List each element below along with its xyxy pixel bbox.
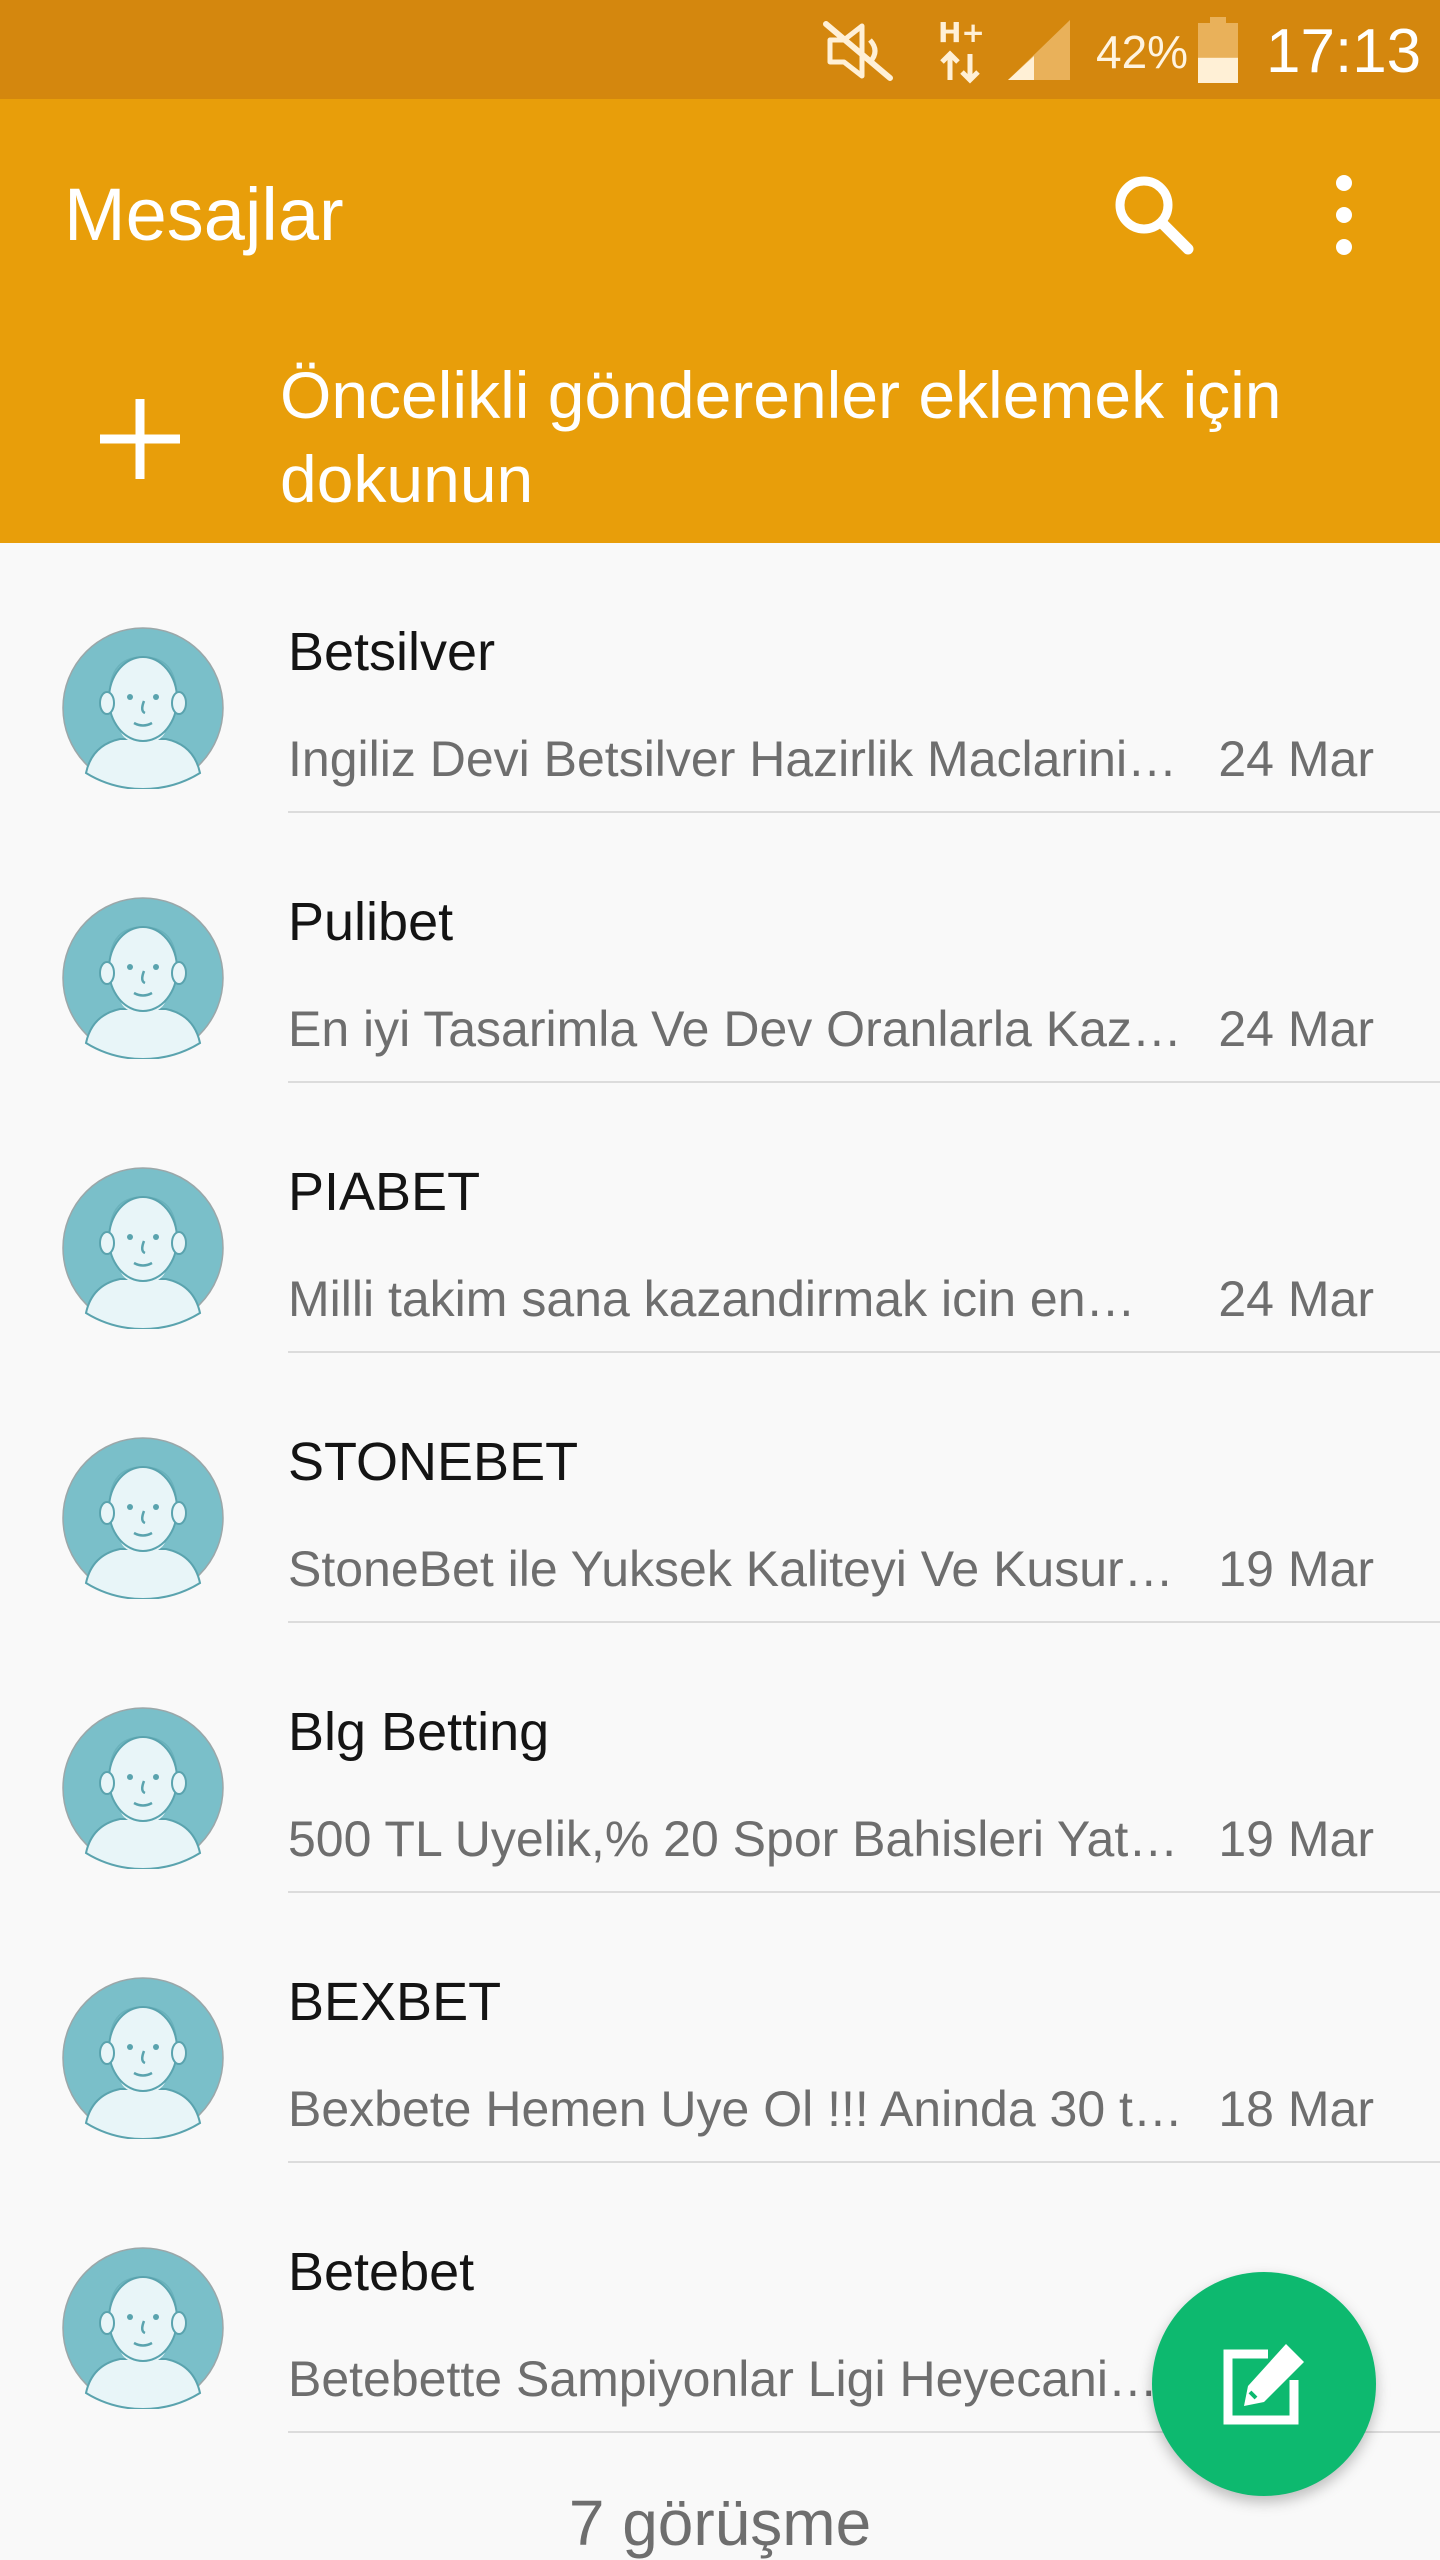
avatar-icon xyxy=(62,627,224,789)
sender-name: Pulibet xyxy=(288,892,454,952)
add-priority-senders-button[interactable]: Öncelikli gönderenler eklemek için dokun… xyxy=(0,335,1440,543)
message-snippet: Bexbete Hemen Uye Ol !!! Aninda 30 tl… xyxy=(288,2081,1188,2137)
battery-percent: 42% xyxy=(1096,26,1189,78)
conversation-count: 7 görüşme xyxy=(568,2487,872,2559)
conversation-item[interactable]: PIABET Milli takim sana kazandirmak icin… xyxy=(0,1083,1440,1353)
clock: 17:13 xyxy=(1266,17,1422,86)
signal-icon xyxy=(1008,20,1070,80)
avatar-icon xyxy=(62,2247,224,2409)
more-vert-icon xyxy=(1336,175,1352,255)
plus-icon xyxy=(100,399,180,479)
search-button[interactable] xyxy=(1100,161,1208,269)
priority-senders-label: Öncelikli gönderenler eklemek için dokun… xyxy=(280,358,1282,516)
sender-name: Betsilver xyxy=(288,622,496,682)
message-snippet: Ingiliz Devi Betsilver Hazirlik Maclarin… xyxy=(288,731,1178,787)
battery-icon xyxy=(1198,17,1238,83)
more-options-button[interactable] xyxy=(1290,161,1398,269)
message-date: 18 Mar xyxy=(1218,2081,1374,2137)
mute-icon xyxy=(823,21,893,81)
compose-icon xyxy=(1223,2344,1304,2425)
compose-button[interactable] xyxy=(1152,2272,1376,2496)
message-date: 24 Mar xyxy=(1218,1271,1374,1327)
sender-name: Betebet xyxy=(288,2242,475,2302)
conversation-item[interactable]: Pulibet En iyi Tasarimla Ve Dev Oranlarl… xyxy=(0,813,1440,1083)
sender-name: Blg Betting xyxy=(288,1702,550,1762)
message-date: 19 Mar xyxy=(1218,1541,1374,1597)
conversation-item[interactable]: BEXBET Bexbete Hemen Uye Ol !!! Aninda 3… xyxy=(0,1893,1440,2163)
message-date: 24 Mar xyxy=(1218,731,1374,787)
message-snippet: 500 TL Uyelik,% 20 Spor Bahisleri Yati… xyxy=(288,1811,1188,1867)
avatar-icon xyxy=(62,1167,224,1329)
avatar-icon xyxy=(62,1977,224,2139)
message-date: 24 Mar xyxy=(1218,1001,1374,1057)
message-snippet: En iyi Tasarimla Ve Dev Oranlarla Kaz… xyxy=(288,1001,1182,1057)
status-bar: H+ 42% 17:13 xyxy=(0,0,1440,99)
avatar-icon xyxy=(62,897,224,1059)
page-title: Mesajlar xyxy=(64,173,344,256)
avatar-icon xyxy=(62,1707,224,1869)
app-bar: Mesajlar Öncelikli gönderenler eklemek i… xyxy=(0,99,1440,543)
sender-name: STONEBET xyxy=(288,1432,579,1492)
conversation-item[interactable]: Blg Betting 500 TL Uyelik,% 20 Spor Bahi… xyxy=(0,1623,1440,1893)
conversation-item[interactable]: Betsilver Ingiliz Devi Betsilver Hazirli… xyxy=(0,543,1440,813)
message-date: 19 Mar xyxy=(1218,1811,1374,1867)
search-icon xyxy=(1115,176,1194,255)
conversation-list: Betsilver Ingiliz Devi Betsilver Hazirli… xyxy=(0,543,1440,2433)
message-snippet: Betebette Sampiyonlar Ligi Heyecani… xyxy=(288,2351,1158,2407)
sender-name: BEXBET xyxy=(288,1972,502,2032)
message-snippet: Milli takim sana kazandirmak icin en… xyxy=(288,1271,1136,1327)
sender-name: PIABET xyxy=(288,1162,481,1222)
svg-text:H+: H+ xyxy=(938,16,985,49)
message-snippet: StoneBet ile Yuksek Kaliteyi Ve Kusur… xyxy=(288,1541,1174,1597)
conversation-item[interactable]: STONEBET StoneBet ile Yuksek Kaliteyi Ve… xyxy=(0,1353,1440,1623)
network-hplus-icon: H+ xyxy=(938,16,985,84)
avatar-icon xyxy=(62,1437,224,1599)
